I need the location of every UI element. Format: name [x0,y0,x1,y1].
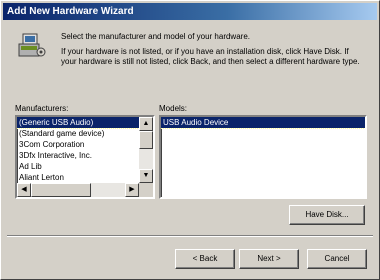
manufacturers-label: Manufacturers: [15,104,69,113]
scroll-corner [139,183,153,197]
intro-primary: Select the manufacturer and model of you… [61,32,250,41]
scroll-thumb[interactable] [139,131,153,149]
manufacturers-list: (Generic USB Audio) (Standard game device… [17,117,153,183]
manufacturers-listbox[interactable]: (Generic USB Audio) (Standard game device… [15,115,155,199]
intro-secondary: If your hardware is not listed, or if yo… [61,47,360,66]
manufacturers-horizontal-scrollbar[interactable]: ◀ ▶ [17,183,139,197]
scroll-down-icon[interactable]: ▼ [139,169,153,183]
models-label: Models: [159,104,188,113]
scroll-up-icon[interactable]: ▲ [139,117,153,131]
models-listbox[interactable]: USB Audio Device [159,115,367,199]
list-item[interactable]: 3Com Corporation [17,139,153,150]
list-item[interactable]: (Standard game device) [17,128,153,139]
title-bar[interactable]: Add New Hardware Wizard [3,3,377,20]
wizard-header: Select the manufacturer and model of you… [3,20,377,102]
scroll-right-icon[interactable]: ▶ [125,183,139,197]
list-item[interactable]: Aliant Lerton [17,172,153,183]
list-item[interactable]: (Generic USB Audio) [17,117,153,129]
list-item[interactable]: 3Dfx Interactive, Inc. [17,150,153,161]
list-item[interactable]: Ad Lib [17,161,153,172]
wizard-window: Add New Hardware Wizard Select the manuf… [0,0,380,280]
cancel-button[interactable]: Cancel [307,249,367,269]
next-button[interactable]: Next > [239,249,299,269]
list-item[interactable]: USB Audio Device [161,117,365,129]
separator [7,235,373,237]
window-title: Add New Hardware Wizard [7,6,134,17]
models-list: USB Audio Device [161,117,365,129]
hardware-wizard-icon [18,33,46,57]
scroll-left-icon[interactable]: ◀ [17,183,31,197]
scroll-thumb-horizontal[interactable] [31,183,91,197]
manufacturers-vertical-scrollbar[interactable]: ▲ ▼ [139,117,153,183]
back-button[interactable]: < Back [175,249,235,269]
have-disk-button[interactable]: Have Disk... [289,205,365,225]
